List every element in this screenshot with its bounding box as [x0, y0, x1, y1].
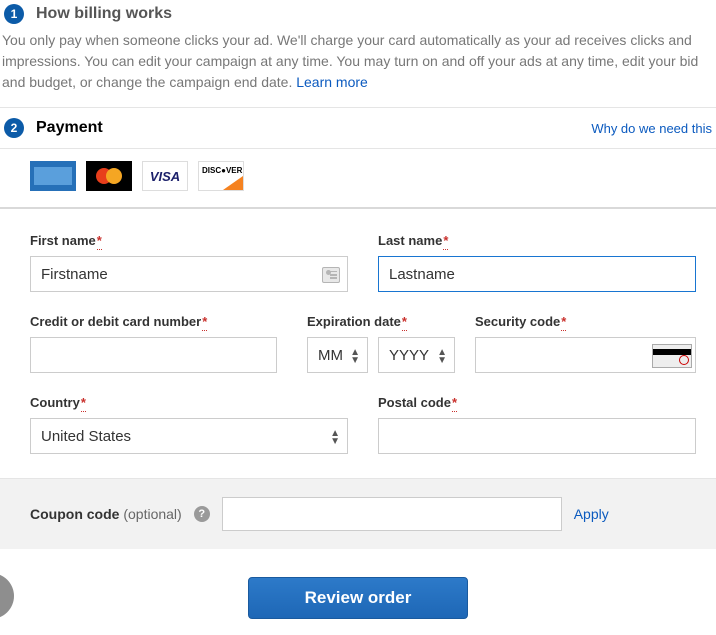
first-name-input[interactable]	[30, 256, 348, 292]
help-icon[interactable]: ?	[194, 506, 210, 522]
payment-title: Payment	[36, 119, 103, 137]
postal-code-label: Postal code*	[378, 395, 696, 410]
floating-help-bubble[interactable]	[0, 573, 14, 619]
security-code-label: Security code*	[475, 314, 696, 329]
mastercard-icon	[86, 161, 132, 191]
postal-code-input[interactable]	[378, 418, 696, 454]
billing-description: You only pay when someone clicks your ad…	[0, 30, 716, 107]
accepted-cards-row: VISA DISC●VER	[0, 149, 716, 207]
first-name-label: First name*	[30, 233, 348, 248]
contact-autofill-icon	[322, 267, 340, 283]
last-name-input[interactable]	[378, 256, 696, 292]
country-select[interactable]: United States	[30, 418, 348, 454]
step-1-badge: 1	[4, 4, 24, 24]
step-2-badge: 2	[4, 118, 24, 138]
apply-coupon-link[interactable]: Apply	[574, 506, 609, 522]
card-number-label: Credit or debit card number*	[30, 314, 277, 329]
payment-form: First name* Last name* Credit or debit c…	[0, 209, 716, 478]
learn-more-link[interactable]: Learn more	[296, 74, 368, 90]
cvv-card-icon	[652, 344, 692, 368]
why-need-link[interactable]: Why do we need this	[591, 121, 712, 136]
last-name-label: Last name*	[378, 233, 696, 248]
exp-year-select[interactable]: YYYY	[378, 337, 455, 373]
review-order-button[interactable]: Review order	[248, 577, 469, 619]
coupon-label: Coupon code (optional)	[30, 506, 182, 522]
visa-icon: VISA	[142, 161, 188, 191]
billing-title: How billing works	[36, 5, 172, 23]
amex-icon	[30, 161, 76, 191]
coupon-input[interactable]	[222, 497, 562, 531]
discover-icon: DISC●VER	[198, 161, 244, 191]
coupon-section: Coupon code (optional) ? Apply	[0, 478, 716, 549]
country-label: Country*	[30, 395, 348, 410]
billing-section-header: 1 How billing works	[0, 0, 716, 30]
card-number-input[interactable]	[30, 337, 277, 373]
payment-section-header: 2 Payment Why do we need this	[0, 108, 716, 148]
exp-month-select[interactable]: MM	[307, 337, 368, 373]
review-row: Review order	[0, 549, 716, 631]
exp-date-label: Expiration date*	[307, 314, 455, 329]
